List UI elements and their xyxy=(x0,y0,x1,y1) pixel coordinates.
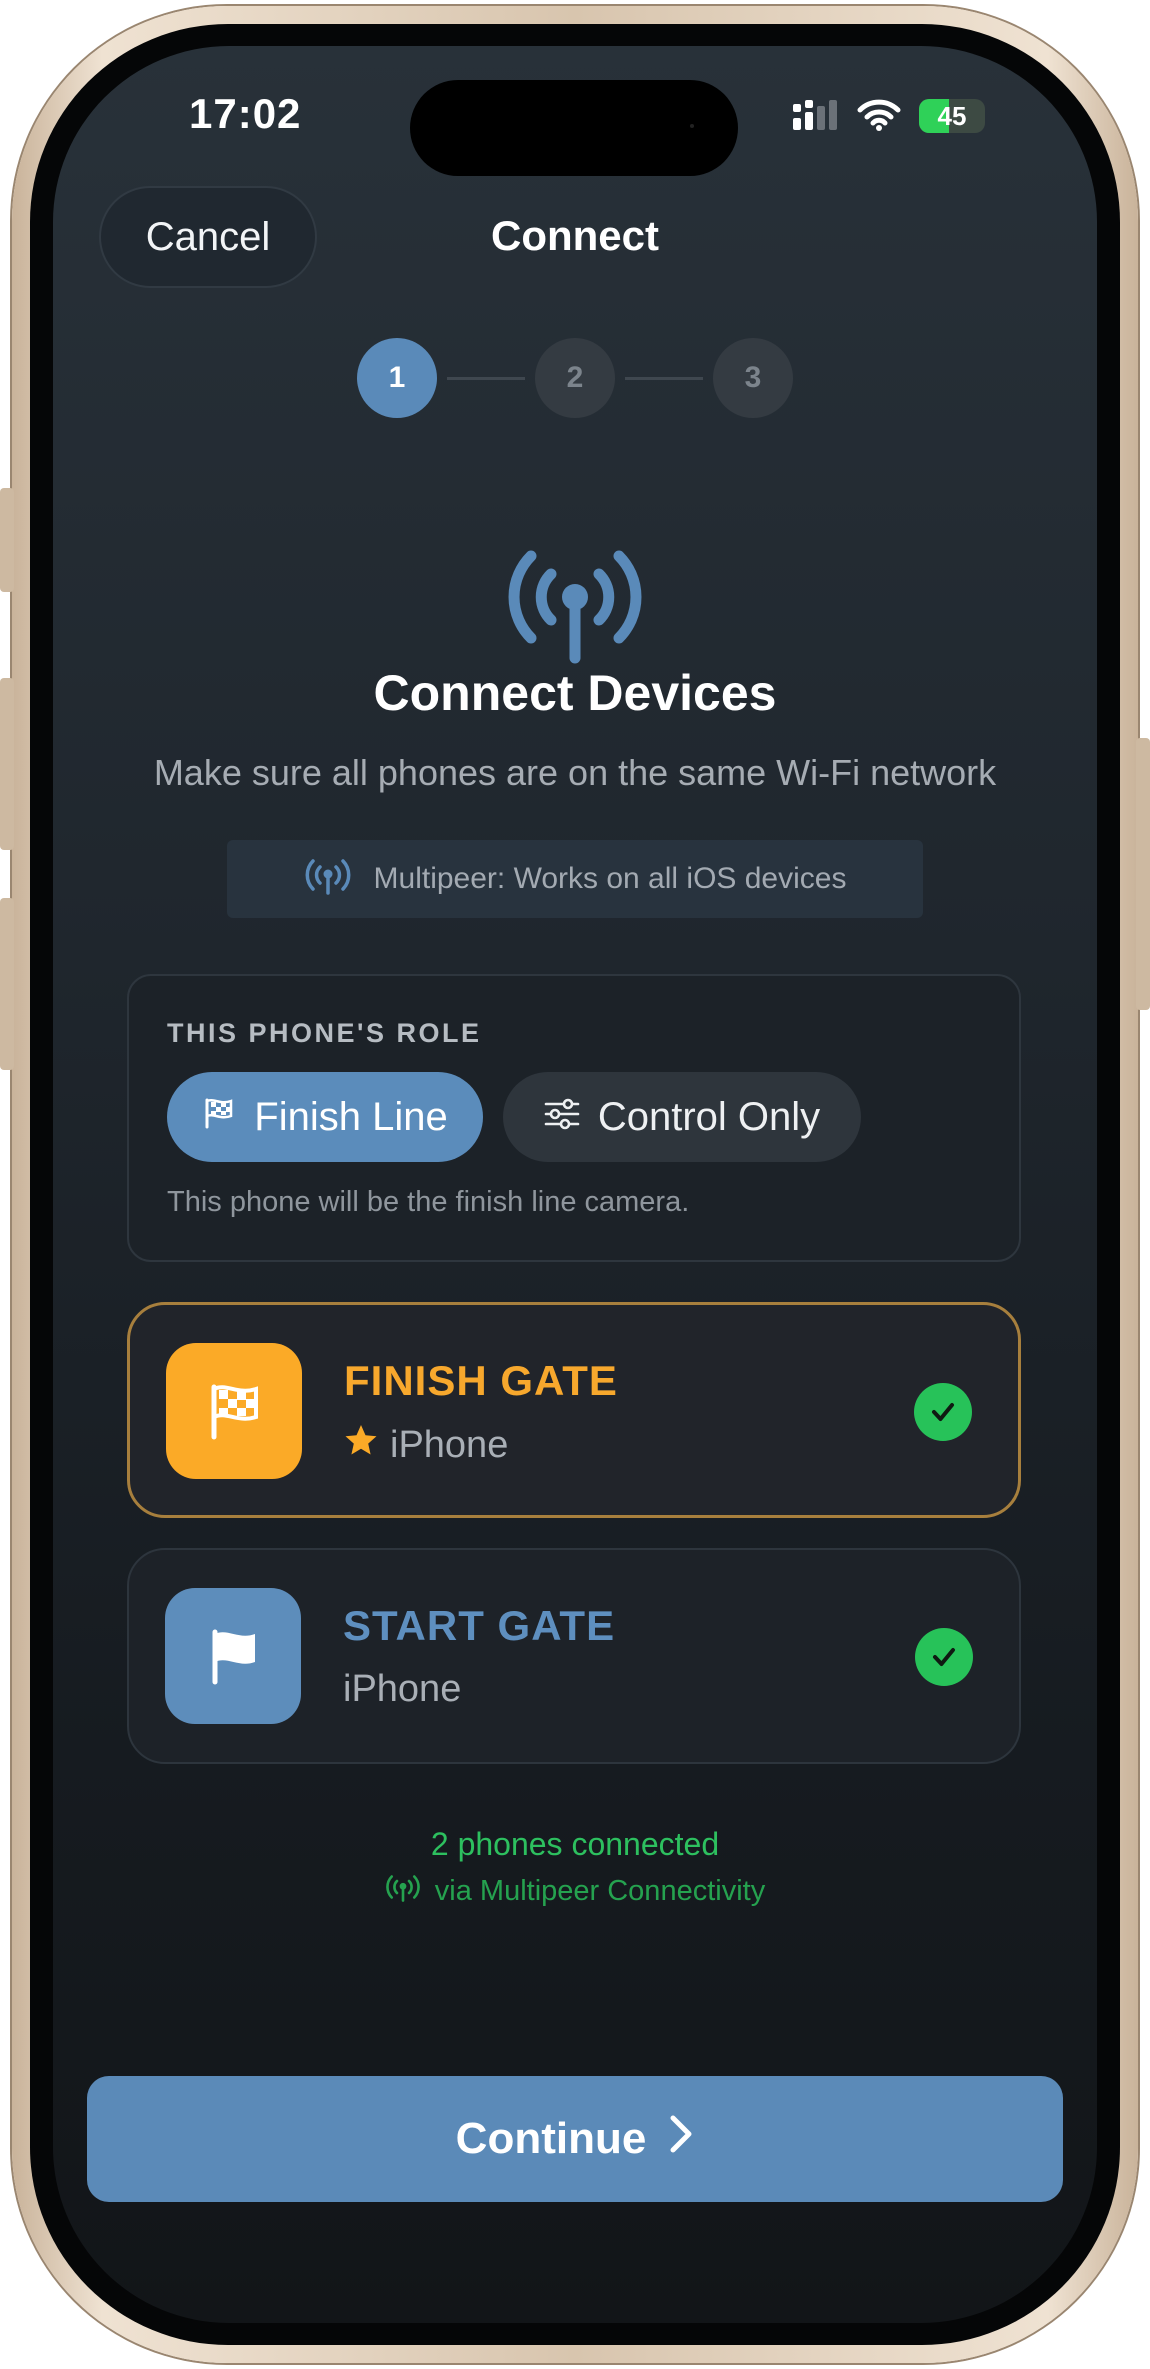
role-section-label: THIS PHONE'S ROLE xyxy=(167,1018,482,1048)
chevron-right-icon xyxy=(668,2114,694,2165)
checkered-flag-icon xyxy=(202,1095,236,1140)
antenna-radiowaves-icon xyxy=(505,528,645,668)
sliders-icon xyxy=(544,1095,580,1140)
cellular-signal-icon xyxy=(793,98,839,135)
connection-mode-text: Multipeer: Works on all iOS devices xyxy=(373,862,847,895)
step-2: 2 xyxy=(535,338,615,418)
continue-label: Continue xyxy=(455,2114,647,2163)
flag-icon xyxy=(165,1588,301,1724)
app-screen: 17:02 45 Cancel Connect 1 2 3 Connect De… xyxy=(53,46,1097,2323)
connection-mode-badge: Multipeer: Works on all iOS devices xyxy=(227,840,923,918)
checkered-flag-icon xyxy=(166,1343,302,1479)
step-connector xyxy=(625,377,703,380)
role-selector-card: THIS PHONE'S ROLE Finish Line Control On… xyxy=(127,974,1021,1262)
gate-card-start[interactable]: START GATE iPhone xyxy=(127,1548,1021,1764)
role-option-control-only[interactable]: Control Only xyxy=(503,1072,861,1162)
star-icon xyxy=(344,1423,378,1467)
power-button xyxy=(1136,738,1150,1010)
gate-title: FINISH GATE xyxy=(344,1357,618,1404)
connection-method: via Multipeer Connectivity xyxy=(53,1872,1097,1910)
gate-device-name: iPhone xyxy=(343,1668,462,1710)
step-1: 1 xyxy=(357,338,437,418)
dynamic-island xyxy=(410,80,738,176)
connection-count: 2 phones connected xyxy=(430,1826,720,1862)
battery-level: 45 xyxy=(937,100,967,131)
wifi-icon xyxy=(857,97,901,136)
continue-button[interactable]: Continue xyxy=(87,2076,1063,2202)
gate-device: iPhone xyxy=(343,1668,461,1711)
role-option-finish-line[interactable]: Finish Line xyxy=(167,1072,483,1162)
gate-device-name: iPhone xyxy=(390,1423,509,1466)
step-3: 3 xyxy=(713,338,793,418)
role-option-label: Finish Line xyxy=(254,1094,448,1139)
gate-device: iPhone xyxy=(344,1423,508,1467)
gate-card-finish[interactable]: FINISH GATE iPhone xyxy=(127,1302,1021,1518)
antenna-radiowaves-icon xyxy=(304,855,352,903)
connected-checkmark-icon xyxy=(914,1383,972,1441)
action-button xyxy=(0,488,14,592)
role-description: This phone will be the finish line camer… xyxy=(167,1186,690,1218)
page-title: Connect xyxy=(491,212,659,259)
volume-up-button xyxy=(0,678,14,850)
role-option-label: Control Only xyxy=(597,1094,821,1139)
subheadline: Make sure all phones are on the same Wi-… xyxy=(153,752,997,793)
volume-down-button xyxy=(0,898,14,1070)
step-indicator: 1 2 3 xyxy=(357,338,793,418)
antenna-radiowaves-icon xyxy=(385,1872,421,1910)
status-icons: 45 xyxy=(793,96,985,136)
headline: Connect Devices xyxy=(373,665,777,721)
status-time: 17:02 xyxy=(189,90,302,137)
gate-title: START GATE xyxy=(343,1602,616,1649)
connected-checkmark-icon xyxy=(915,1628,973,1686)
step-connector xyxy=(447,377,525,380)
battery-icon: 45 xyxy=(919,99,985,133)
connection-method-text: via Multipeer Connectivity xyxy=(434,1874,766,1907)
